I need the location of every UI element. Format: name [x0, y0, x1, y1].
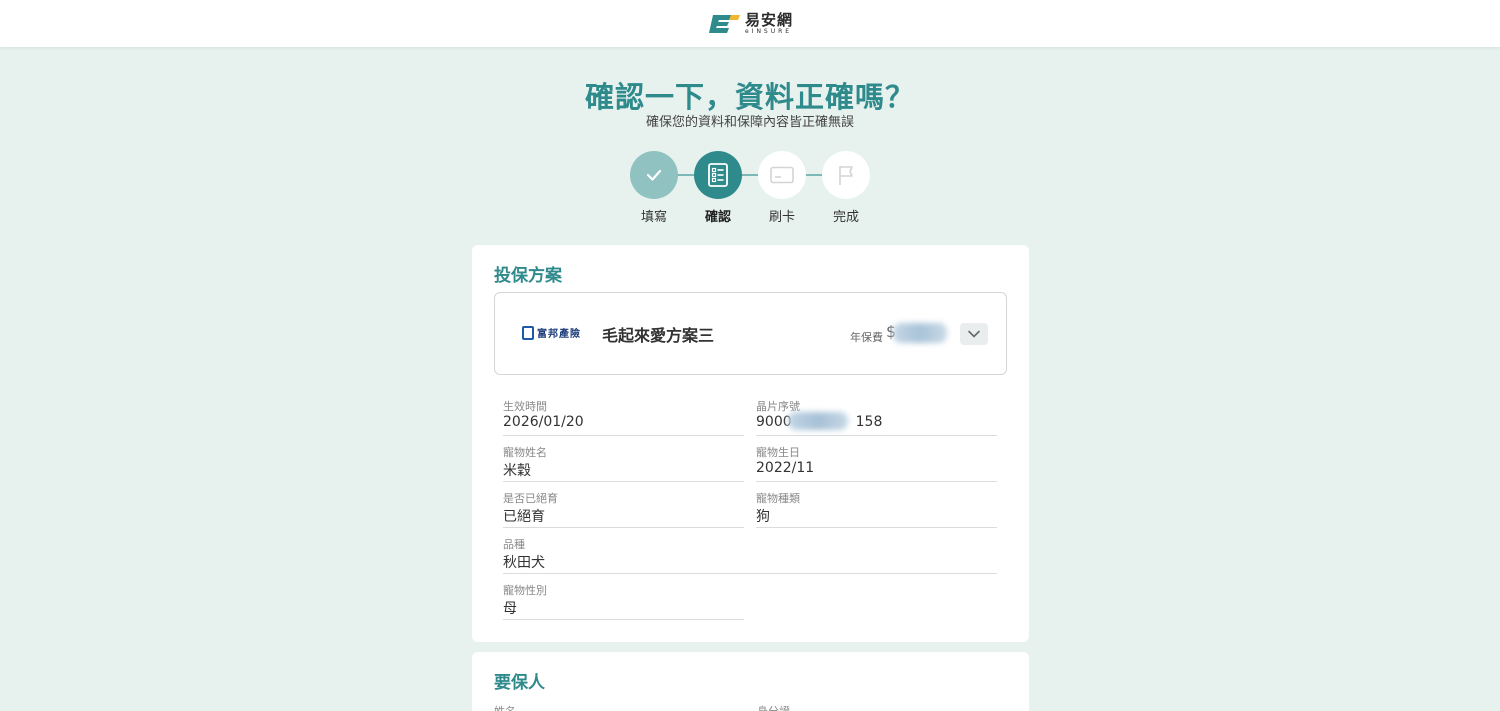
- pet-birthday-value: 2022/11: [756, 460, 815, 476]
- step-complete: [822, 151, 870, 199]
- applicant-name-label: 姓名: [494, 703, 516, 711]
- step-label-fill-in: 填寫: [640, 210, 667, 225]
- step-connector: [804, 174, 824, 176]
- plan-card: 投保方案 富邦產險 毛起來愛方案三 年保費 $ 生效時間 2026/01/20 …: [472, 245, 1029, 642]
- fubon-logo-icon: [522, 325, 534, 340]
- neutered-value: 已絕育: [503, 509, 545, 525]
- pet-name-value: 米穀: [503, 463, 531, 479]
- step-label-payment: 刷卡: [768, 210, 795, 225]
- applicant-id-label: 身分證: [757, 703, 790, 711]
- pet-name-label: 寵物姓名: [503, 446, 547, 459]
- premium-label: 年保費: [850, 331, 883, 344]
- field-breed: 品種 秋田犬: [503, 528, 997, 574]
- check-icon: [646, 169, 662, 181]
- field-pet-type: 寵物種類 狗: [756, 482, 997, 528]
- field-chip-number: 晶片序號 9000 158: [756, 390, 997, 436]
- checklist-icon: [708, 163, 728, 187]
- step-label-complete: 完成: [832, 210, 859, 225]
- step-confirm: [694, 151, 742, 199]
- step-payment: [758, 151, 806, 199]
- field-pet-name: 寵物姓名 米穀: [503, 436, 744, 482]
- plan-name: 毛起來愛方案三: [602, 326, 715, 345]
- field-neutered: 是否已絕育 已絕育: [503, 482, 744, 528]
- breed-value: 秋田犬: [503, 555, 545, 571]
- chevron-down-icon: [968, 330, 980, 338]
- breed-label: 品種: [503, 538, 525, 551]
- effective-date-value: 2026/01/20: [503, 414, 584, 430]
- chip-number-end: 158: [855, 414, 883, 430]
- insurer-name: 富邦產險: [537, 329, 581, 340]
- applicant-section-title: 要保人: [494, 673, 545, 693]
- progress-stepper: 填寫 確認 刷卡 完成: [630, 151, 871, 226]
- pet-type-label: 寵物種類: [756, 492, 800, 505]
- pet-birthday-label: 寵物生日: [756, 446, 800, 459]
- applicant-card: 要保人 姓名 身分證: [472, 652, 1029, 711]
- field-pet-birthday: 寵物生日 2022/11: [756, 436, 997, 482]
- expand-plan-button[interactable]: [960, 323, 988, 345]
- flag-icon: [839, 166, 853, 185]
- logo-chinese-text: 易安網: [744, 10, 793, 29]
- effective-date-label: 生效時間: [503, 400, 547, 413]
- pet-gender-label: 寵物性別: [503, 584, 547, 597]
- einsure-logo[interactable]: 易安網 eINSURE: [707, 10, 793, 35]
- step-fill-in: [630, 151, 678, 199]
- neutered-label: 是否已絕育: [503, 492, 558, 505]
- step-label-confirm: 確認: [704, 210, 731, 225]
- page-title: 確認一下，資料正確嗎？: [584, 80, 915, 114]
- pet-type-value: 狗: [756, 509, 770, 525]
- field-effective-date: 生效時間 2026/01/20: [503, 390, 744, 436]
- premium-value-redacted: [893, 323, 947, 343]
- step-connector: [740, 174, 760, 176]
- logo-english-text: eINSURE: [744, 27, 793, 35]
- top-bar: 易安網 eINSURE: [0, 0, 1500, 47]
- plan-section-title: 投保方案: [494, 266, 562, 286]
- credit-card-icon: [770, 166, 794, 184]
- step-connector: [676, 174, 696, 176]
- einsure-logo-mark-icon: [707, 13, 741, 35]
- chip-number-redacted: [788, 412, 848, 430]
- chip-number-start: 9000: [756, 414, 792, 430]
- field-pet-gender: 寵物性別 母: [503, 574, 744, 620]
- insurer-logo: 富邦產險: [522, 325, 581, 340]
- plan-summary-box[interactable]: 富邦產險 毛起來愛方案三 年保費 $: [494, 292, 1007, 375]
- pet-gender-value: 母: [503, 601, 517, 617]
- page-subtitle: 確保您的資料和保障內容皆正確無誤: [645, 115, 854, 130]
